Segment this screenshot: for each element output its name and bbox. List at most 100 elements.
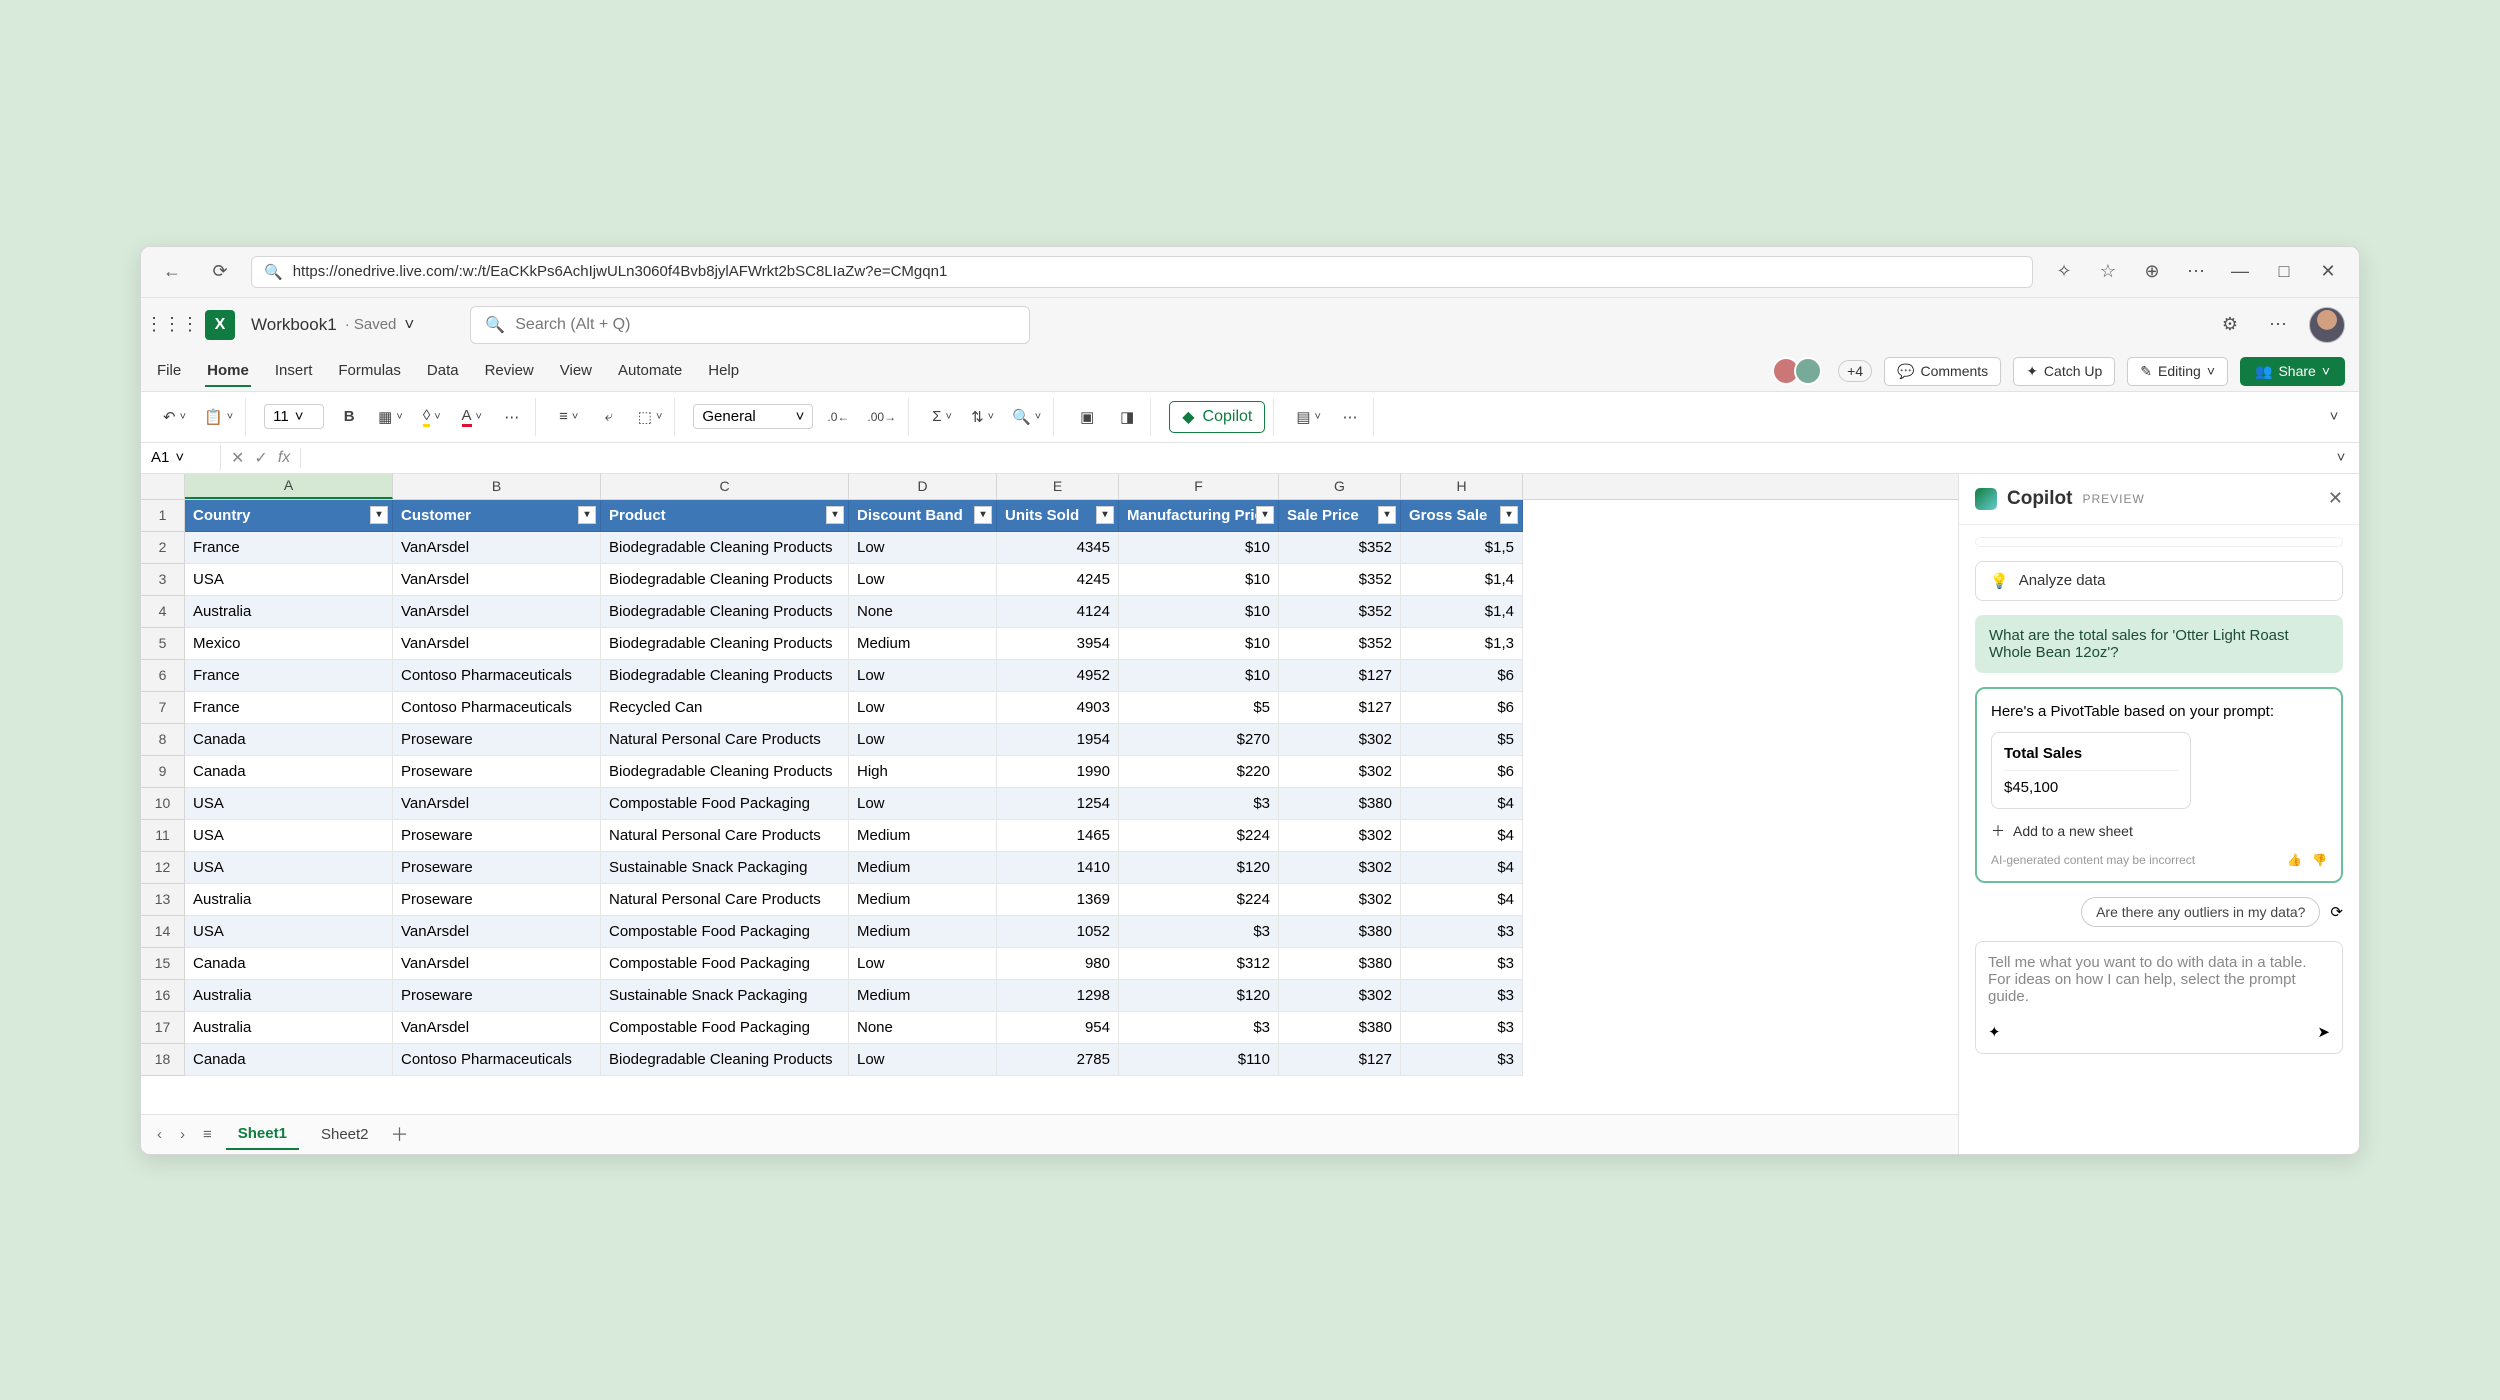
cell[interactable]: $6 — [1401, 692, 1523, 724]
cell[interactable]: $224 — [1119, 884, 1279, 916]
cell[interactable]: Natural Personal Care Products — [601, 820, 849, 852]
cell[interactable]: 3954 — [997, 628, 1119, 660]
cell[interactable]: VanArsdel — [393, 532, 601, 564]
more-toolbar-icon[interactable]: ⋯ — [1335, 402, 1365, 432]
row-header[interactable]: 11 — [141, 820, 185, 852]
cell[interactable]: $3 — [1119, 1012, 1279, 1044]
cell[interactable]: France — [185, 660, 393, 692]
cell[interactable]: 4124 — [997, 596, 1119, 628]
workbook-name[interactable]: Workbook1 · Saved ˅ — [251, 315, 414, 335]
cell[interactable]: VanArsdel — [393, 628, 601, 660]
spreadsheet-grid[interactable]: ABCDEFGH 1Country▾Customer▾Product▾Disco… — [141, 474, 1959, 1154]
cell[interactable]: 954 — [997, 1012, 1119, 1044]
filter-dropdown-icon[interactable]: ▾ — [1096, 506, 1114, 524]
cell[interactable]: Contoso Pharmaceuticals — [393, 660, 601, 692]
filter-dropdown-icon[interactable]: ▾ — [578, 506, 596, 524]
cell[interactable]: $3 — [1401, 1044, 1523, 1076]
cell[interactable]: 4345 — [997, 532, 1119, 564]
column-header-H[interactable]: H — [1401, 474, 1523, 499]
cell[interactable]: USA — [185, 916, 393, 948]
merge-button[interactable]: ⬚˅ — [634, 402, 667, 432]
sheet-all-icon[interactable]: ≡ — [199, 1126, 216, 1143]
back-button[interactable]: ← — [155, 255, 189, 289]
cell[interactable]: Medium — [849, 852, 997, 884]
cell[interactable]: Australia — [185, 1012, 393, 1044]
cell[interactable]: Medium — [849, 980, 997, 1012]
cell[interactable]: Low — [849, 1044, 997, 1076]
cell[interactable]: 4952 — [997, 660, 1119, 692]
cell[interactable]: Proseware — [393, 884, 601, 916]
close-window[interactable]: ✕ — [2311, 255, 2345, 289]
presence-avatars[interactable] — [1778, 357, 1822, 385]
cell[interactable]: Biodegradable Cleaning Products — [601, 756, 849, 788]
row-header[interactable]: 14 — [141, 916, 185, 948]
cell[interactable]: Canada — [185, 756, 393, 788]
cell[interactable]: $352 — [1279, 628, 1401, 660]
cell[interactable]: VanArsdel — [393, 564, 601, 596]
filter-dropdown-icon[interactable]: ▾ — [1256, 506, 1274, 524]
cell[interactable]: $380 — [1279, 916, 1401, 948]
add-to-sheet-button[interactable]: ＋ Add to a new sheet — [1991, 821, 2327, 841]
cell[interactable]: $380 — [1279, 1012, 1401, 1044]
cell[interactable]: $4 — [1401, 820, 1523, 852]
filter-dropdown-icon[interactable]: ▾ — [1378, 506, 1396, 524]
row-header[interactable]: 8 — [141, 724, 185, 756]
row-header[interactable]: 1 — [141, 500, 185, 532]
minimize-window[interactable]: — — [2223, 255, 2257, 289]
column-header-D[interactable]: D — [849, 474, 997, 499]
cell[interactable]: $120 — [1119, 852, 1279, 884]
cell[interactable]: 1052 — [997, 916, 1119, 948]
close-copilot-icon[interactable]: ✕ — [2328, 488, 2343, 509]
cell[interactable]: $1,5 — [1401, 532, 1523, 564]
cell[interactable]: 4903 — [997, 692, 1119, 724]
more-icon[interactable]: ⋯ — [2261, 308, 2295, 342]
cell[interactable]: Proseware — [393, 756, 601, 788]
row-header[interactable]: 15 — [141, 948, 185, 980]
cell[interactable]: $5 — [1119, 692, 1279, 724]
cell[interactable]: $110 — [1119, 1044, 1279, 1076]
sheet-next-icon[interactable]: › — [176, 1126, 189, 1143]
cell[interactable]: Low — [849, 660, 997, 692]
row-header[interactable]: 17 — [141, 1012, 185, 1044]
cell[interactable]: $1,3 — [1401, 628, 1523, 660]
cell[interactable]: $127 — [1279, 660, 1401, 692]
find-button[interactable]: 🔍˅ — [1008, 402, 1045, 432]
cell[interactable]: 1298 — [997, 980, 1119, 1012]
format-table-button[interactable]: ▤˅ — [1292, 402, 1325, 432]
name-box[interactable]: A1 ˅ — [141, 445, 221, 470]
ribbon-tab-formulas[interactable]: Formulas — [336, 356, 403, 387]
presence-count[interactable]: +4 — [1838, 360, 1872, 382]
address-bar[interactable]: 🔍 https://onedrive.live.com/:w:/t/EaCKkP… — [251, 256, 2033, 288]
cell[interactable]: Biodegradable Cleaning Products — [601, 532, 849, 564]
cell[interactable]: $380 — [1279, 788, 1401, 820]
cell[interactable]: Canada — [185, 724, 393, 756]
cell[interactable]: USA — [185, 852, 393, 884]
cell[interactable]: VanArsdel — [393, 916, 601, 948]
addins-button[interactable]: ▣ — [1072, 402, 1102, 432]
cell[interactable]: 1410 — [997, 852, 1119, 884]
cell[interactable]: VanArsdel — [393, 1012, 601, 1044]
column-header-B[interactable]: B — [393, 474, 601, 499]
column-header-C[interactable]: C — [601, 474, 849, 499]
paste-button[interactable]: 📋˅ — [200, 402, 237, 432]
table-header-units-sold[interactable]: Units Sold▾ — [997, 500, 1119, 532]
cell[interactable]: Biodegradable Cleaning Products — [601, 660, 849, 692]
cell[interactable]: Medium — [849, 628, 997, 660]
filter-dropdown-icon[interactable]: ▾ — [974, 506, 992, 524]
cell[interactable]: 2785 — [997, 1044, 1119, 1076]
table-header-gross-sale[interactable]: Gross Sale▾ — [1401, 500, 1523, 532]
cell[interactable]: Mexico — [185, 628, 393, 660]
row-header[interactable]: 12 — [141, 852, 185, 884]
cell[interactable]: Contoso Pharmaceuticals — [393, 692, 601, 724]
sheet-prev-icon[interactable]: ‹ — [153, 1126, 166, 1143]
cell[interactable]: Australia — [185, 980, 393, 1012]
cell[interactable]: $302 — [1279, 884, 1401, 916]
cell[interactable]: Canada — [185, 948, 393, 980]
table-header-manufacturing-price[interactable]: Manufacturing Price▾ — [1119, 500, 1279, 532]
cell[interactable]: Medium — [849, 820, 997, 852]
cell[interactable]: Canada — [185, 1044, 393, 1076]
cell[interactable]: $10 — [1119, 564, 1279, 596]
ribbon-tab-review[interactable]: Review — [483, 356, 536, 387]
font-color-button[interactable]: A˅ — [457, 402, 487, 432]
ribbon-tab-data[interactable]: Data — [425, 356, 461, 387]
